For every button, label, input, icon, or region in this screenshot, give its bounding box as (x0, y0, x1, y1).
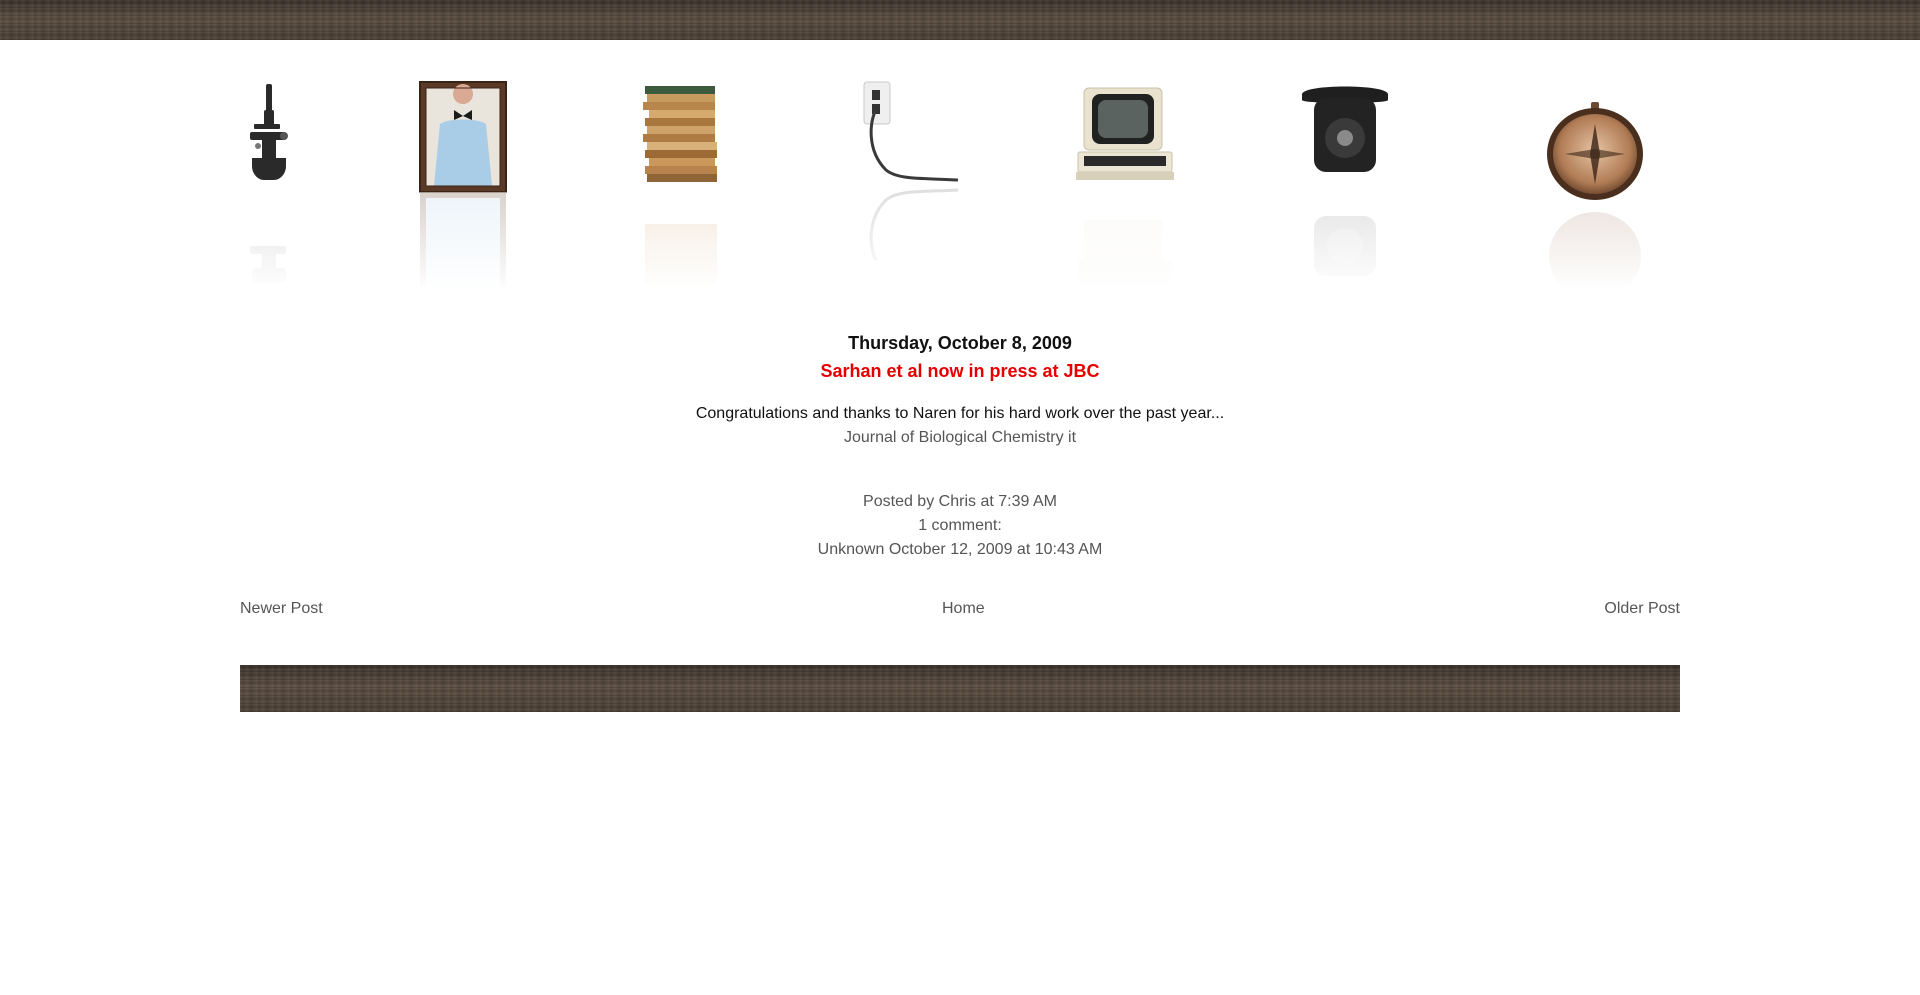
rotary-telephone-icon[interactable] (1290, 80, 1400, 290)
newer-post-link[interactable]: Newer Post (240, 600, 323, 618)
header-image-strip (240, 80, 1680, 290)
home-link[interactable]: Home (942, 600, 985, 618)
post-time-link[interactable]: 7:39 AM (998, 493, 1057, 510)
post-byline: Posted by Chris at 7:39 AM (240, 490, 1680, 514)
comment-timestamp-link[interactable]: October 12, 2009 at 10:43 AM (889, 541, 1102, 558)
blog-post: Thursday, October 8, 2009 Sarhan et al n… (240, 330, 1680, 562)
wall-outlet-icon[interactable] (850, 80, 960, 290)
blog-pager: Newer Post Home Older Post (240, 600, 1680, 624)
post-body-text: Congratulations and thanks to Naren for … (695, 405, 1225, 422)
journal-link-text[interactable]: Journal of Biological Chemistry it (844, 429, 1076, 446)
journal-link: Journal of Biological Chemistry it (240, 426, 1680, 450)
vintage-computer-icon[interactable] (1070, 80, 1180, 290)
comment-count: 1 comment: (918, 517, 1002, 534)
older-post-link[interactable]: Older Post (1604, 600, 1680, 618)
bottom-wood-banner (240, 665, 1680, 712)
paper-stack-icon[interactable] (635, 80, 725, 290)
post-title[interactable]: Sarhan et al now in press at JBC (240, 358, 1680, 384)
posted-by-label: Posted by (863, 493, 939, 510)
post-footer: Posted by Chris at 7:39 AM 1 comment: Un… (240, 490, 1680, 562)
compass-icon[interactable] (1540, 80, 1650, 290)
at-label: at (976, 493, 999, 510)
author-link[interactable]: Chris (939, 493, 976, 510)
framed-portrait-icon[interactable] (418, 80, 508, 290)
post-date: Thursday, October 8, 2009 (848, 333, 1072, 353)
comment-meta: Unknown October 12, 2009 at 10:43 AM (240, 538, 1680, 562)
top-wood-banner (0, 0, 1920, 40)
comment-author: Unknown (817, 541, 885, 558)
microscope-icon[interactable] (240, 80, 300, 290)
